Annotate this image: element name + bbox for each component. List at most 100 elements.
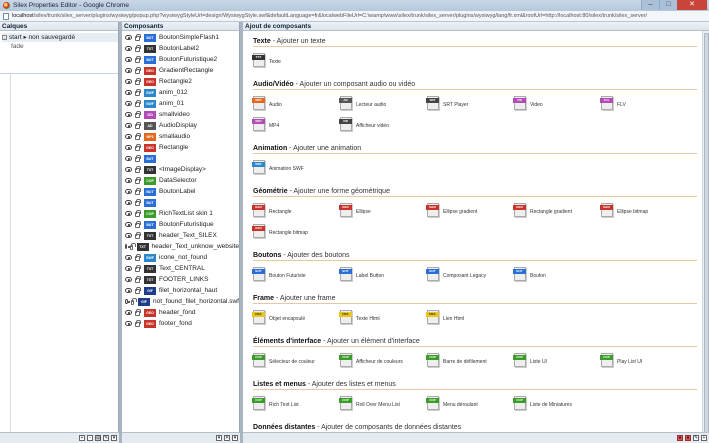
add-component-button[interactable]: FRA Lien Html [426,310,514,331]
visibility-eye-icon[interactable] [125,233,132,238]
visibility-eye-icon[interactable] [125,255,132,260]
add-component-button[interactable]: SWF Animation SWF [252,160,340,181]
add-component-button[interactable]: VID Video [513,96,601,117]
visibility-eye-icon[interactable] [125,310,132,315]
url-text[interactable]: localhost/silex/trunk/silex_server/plugi… [12,13,647,19]
component-row[interactable]: VID smallvideo [122,109,239,120]
add-component-button[interactable]: COP Afficheur de couleurs [339,353,427,374]
component-row[interactable]: TXT header_Text_SILEX [122,230,239,241]
add-component-button[interactable]: FLV FLV [600,96,688,117]
lock-icon[interactable] [135,155,141,162]
component-row[interactable]: SWF anim_01 [122,98,239,109]
lock-icon[interactable] [135,276,141,283]
add-component-button[interactable]: COP Liste UI [513,353,601,374]
component-row[interactable]: COP RichTextList skin 1 [122,208,239,219]
component-row[interactable]: TXT FOOTER_LINKS [122,274,239,285]
add-component-button[interactable]: AD Lecteur audio [339,96,427,117]
add-component-button[interactable]: SRT SRT Player [426,96,514,117]
add-component-button[interactable]: COP Roll Over Menu List [339,396,427,417]
add-component-button[interactable]: VID Afficheur vidéo [339,117,427,138]
add-component-button[interactable]: BUT Bouton Futuriste [252,267,340,288]
component-row[interactable]: TXT <ImageDisplay> [122,164,239,175]
visibility-eye-icon[interactable] [125,244,131,249]
lock-icon[interactable] [135,122,141,129]
add-component-button[interactable]: GEO Ellipse gradient [426,203,514,224]
visibility-eye-icon[interactable] [125,112,132,117]
add-component-button[interactable]: GEO Rectangle bitmap [252,224,340,245]
visibility-eye-icon[interactable] [125,35,132,40]
add-component-button[interactable]: GEO Ellipse bitmap [600,203,688,224]
vertical-scrollbar[interactable] [702,31,709,443]
visibility-eye-icon[interactable] [125,211,132,216]
lock-icon[interactable] [135,56,141,63]
delete-icon[interactable]: ✕ [224,435,230,441]
dropdown-icon[interactable]: ▾ [216,435,222,441]
visibility-eye-icon[interactable] [125,134,132,139]
component-row[interactable]: GEO header_fond [122,307,239,318]
lock-icon[interactable] [135,232,141,239]
visibility-eye-icon[interactable] [125,178,132,183]
visibility-eye-icon[interactable] [125,189,132,194]
lock-icon[interactable] [135,320,141,327]
lock-icon[interactable] [135,133,141,140]
visibility-eye-icon[interactable] [125,299,131,304]
lock-icon[interactable] [135,221,141,228]
lock-icon[interactable] [135,67,141,74]
component-row[interactable]: GEO GradientRectangle [122,65,239,76]
component-row[interactable]: SWF anim_012 [122,87,239,98]
component-row[interactable]: BUT BoutonSimpleFlash1 [122,32,239,43]
component-row[interactable]: GEO Rectangle [122,142,239,153]
lock-icon[interactable] [135,89,141,96]
add-component-button[interactable]: GEO Rectangle gradient [513,203,601,224]
lock-icon[interactable] [135,34,141,41]
visibility-eye-icon[interactable] [125,57,132,62]
add-component-button[interactable]: COP Sélecteur de couleur [252,353,340,374]
lock-icon[interactable] [135,78,141,85]
add-icon[interactable]: + [701,435,707,441]
component-row[interactable]: BUT BoutonLabel [122,186,239,197]
component-row[interactable]: GEO Rectangle2 [122,76,239,87]
visibility-eye-icon[interactable] [125,79,132,84]
visibility-eye-icon[interactable] [125,101,132,106]
component-row[interactable]: BUT [122,197,239,208]
add-component-button[interactable]: TXT Texte [252,53,340,74]
component-row[interactable]: TXT header_Text_unknow_website [122,241,239,252]
add-component-button[interactable]: BUT Composant Legacy [426,267,514,288]
remove-layer-icon[interactable]: - [87,435,93,441]
component-row[interactable]: GEO footer_fond [122,318,239,329]
visibility-eye-icon[interactable] [125,90,132,95]
add-component-button[interactable]: BUT Bouton [513,267,601,288]
visibility-eye-icon[interactable] [125,156,132,161]
component-row[interactable]: TXT Text_CENTRAL [122,263,239,274]
visibility-eye-icon[interactable] [125,222,132,227]
add-component-button[interactable]: FRA Texte Html [339,310,427,331]
lock-icon[interactable] [131,298,137,305]
component-row[interactable]: BUT [122,153,239,164]
lock-icon[interactable] [135,177,141,184]
close-button[interactable]: ✕ [677,0,707,10]
visibility-eye-icon[interactable] [125,277,132,282]
record-icon[interactable]: ● [677,435,683,441]
component-row[interactable]: MP3 smallaudio [122,131,239,142]
lock-icon[interactable] [135,100,141,107]
lock-icon[interactable] [135,265,141,272]
tree-node-fade[interactable]: fade [2,42,118,51]
maximize-button[interactable]: □ [659,0,677,10]
add-component-button[interactable]: BUT Label Button [339,267,427,288]
component-row[interactable]: GIF not_found_filet_horizontal.swf [122,296,239,307]
lock-icon[interactable] [135,188,141,195]
lock-icon[interactable] [135,199,141,206]
visibility-eye-icon[interactable] [125,288,132,293]
scrollbar-thumb[interactable] [704,33,709,438]
visibility-eye-icon[interactable] [125,167,132,172]
lock-icon[interactable] [135,210,141,217]
record-icon[interactable]: ● [685,435,691,441]
dropdown-icon[interactable]: ▾ [232,435,238,441]
visibility-eye-icon[interactable] [125,266,132,271]
lock-icon[interactable] [135,166,141,173]
lock-icon[interactable] [135,45,141,52]
component-row[interactable]: SWF icone_not_found [122,252,239,263]
component-row[interactable]: AD AudioDisplay [122,120,239,131]
expand-icon[interactable]: - [2,35,7,40]
component-row[interactable]: BUT BoutonFuturistique2 [122,54,239,65]
